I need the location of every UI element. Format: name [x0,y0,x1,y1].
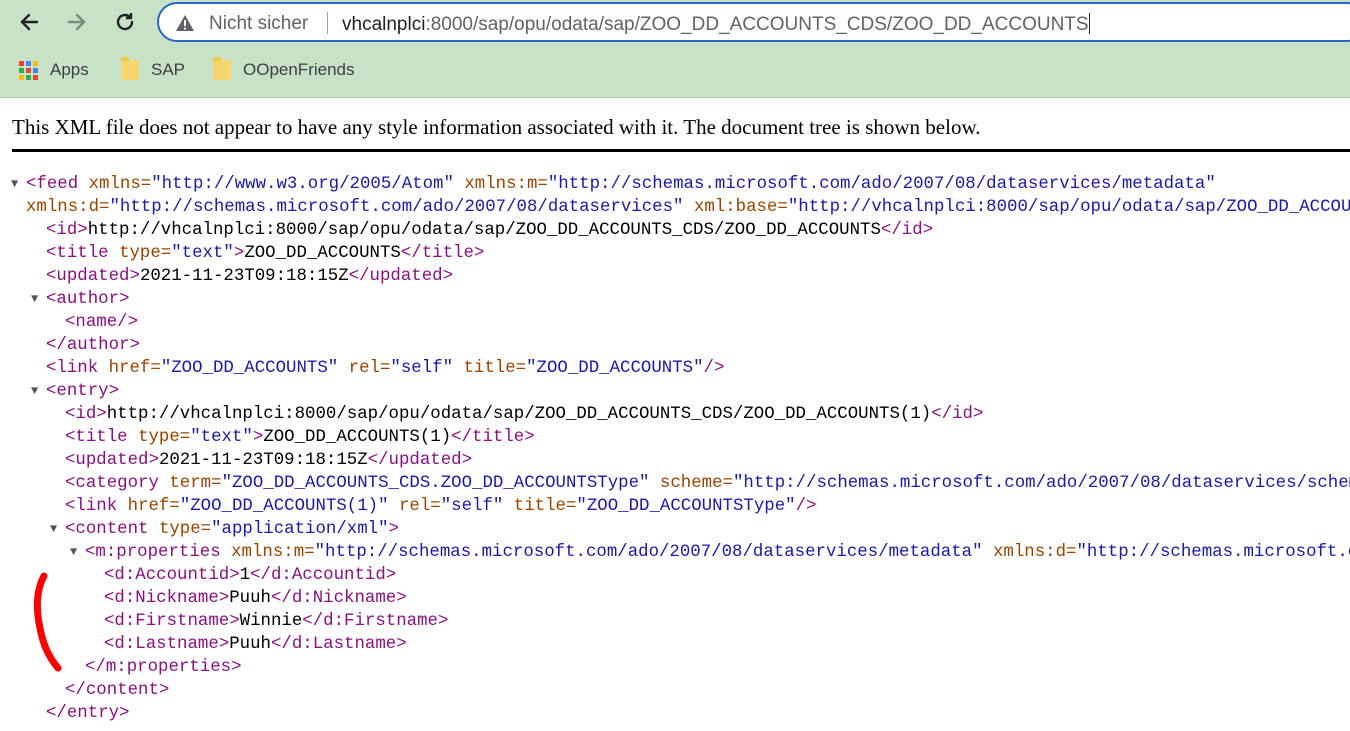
xml-text: 2021-11-23T09:18:15Z [158,451,368,470]
notice-divider [12,149,1350,152]
collapse-triangle-icon[interactable]: ▼ [50,518,57,541]
xml-line: ▼ <m:properties xmlns:m="http://schemas.m… [0,541,1350,564]
back-button[interactable] [14,7,44,37]
url-path: :8000/sap/opu/odata/sap/ZOO_DD_ACCOUNTS_… [425,14,1089,35]
xml-line: <title type="text">ZOO_DD_ACCOUNTS(1)</t… [65,428,535,447]
xml-attr-value: "text" [171,244,234,263]
xml-line: <d:Firstname>Winnie</d:Firstname> [104,612,449,631]
xml-attr-value: "http://schemas.microsoft.com/ado/2007/0… [547,175,1216,194]
xml-attr-value: "text" [190,428,253,447]
xml-line: ▼ <entry> [31,380,120,403]
forward-arrow-icon [67,13,86,31]
forward-button[interactable] [62,7,92,37]
xml-line: <category term="ZOO_DD_ACCOUNTS_CDS.ZOO_… [0,472,1350,495]
address-separator [327,12,328,34]
xml-text: ZOO_DD_ACCOUNTS [244,244,401,263]
xml-attr-value: "ZOO_DD_ACCOUNTS" [526,359,704,378]
collapse-triangle-icon[interactable]: ▼ [31,380,38,403]
xml-attr-value: "ZOO_DD_ACCOUNTS(1)" [179,497,389,516]
address-bar[interactable]: Nicht sicher vhcalnplci:8000/sap/opu/oda… [157,2,1350,42]
xml-text: 2021-11-23T09:18:15Z [139,267,349,286]
xml-attr-name: xml:base= [693,198,788,217]
xml-line: <link href="ZOO_DD_ACCOUNTS(1)" rel="sel… [65,497,817,516]
bookmark-folder-sap[interactable]: SAP [121,57,186,81]
collapse-triangle-icon[interactable]: ▼ [31,288,38,311]
xml-line: </entry> [46,704,130,723]
url-host: vhcalnplci [342,14,426,35]
xml-line: xmlns:d="http://schemas.microsoft.com/ad… [0,196,1350,219]
xml-line: </author> [46,336,140,355]
reload-button[interactable] [110,7,140,37]
xml-attr-value: "ZOO_DD_ACCOUNTSType" [576,497,796,516]
xml-line: <link href="ZOO_DD_ACCOUNTS" rel="self" … [46,359,725,378]
xml-line: <d:Nickname>Puuh</d:Nickname> [104,589,407,608]
xml-attr-name: xmlns:d= [26,198,110,217]
xml-attr-name: xmlns:m= [464,175,548,194]
xml-text: 1 [239,566,251,585]
collapse-triangle-icon[interactable]: ▼ [70,541,77,564]
xml-line: ▼ <author> [31,288,130,311]
xml-text: http://vhcalnplci:8000/sap/opu/odata/sap… [106,405,932,424]
collapse-triangle-icon[interactable]: ▼ [11,173,18,196]
xml-text: http://vhcalnplci:8000/sap/opu/odata/sap… [87,221,881,240]
xml-attr-value: "http://vhcalnplci:8000/sap/opu/odata/sa… [787,198,1350,217]
bookmark-label: OOpenFriends [243,60,355,79]
xml-attr-value: "ZOO_DD_ACCOUNTS" [160,359,339,378]
bookmark-label: SAP [151,60,186,79]
xml-line: <d:Lastname>Puuh</d:Lastname> [104,635,407,654]
bookmark-apps[interactable]: Apps [19,59,89,81]
xml-line: <name/> [65,313,139,332]
xml-attr-value: "http://www.w3.org/2005/Atom" [151,175,454,194]
bookmark-folder-oopenfriends[interactable]: OOpenFriends [213,57,355,81]
xml-attr-value: "application/xml" [211,520,389,539]
xml-text: Winnie [239,612,303,631]
warning-triangle-icon [176,15,194,31]
reload-icon [116,13,134,31]
xml-text: Puuh [229,589,271,608]
apps-grid-icon [19,60,38,80]
folder-icon [213,57,231,80]
xml-attr-value: "http://schemas.microsoft.com/ado/2007/0… [1076,543,1350,562]
xml-line: </content> [65,681,170,700]
xml-line: <updated>2021-11-23T09:18:15Z</updated> [65,451,473,470]
folder-icon [121,57,139,80]
xml-tag: <feed [26,175,79,194]
xml-attr-value: "http://schemas.microsoft.com/ado/2007/0… [109,198,684,217]
xml-line: <title type="text">ZOO_DD_ACCOUNTS</titl… [46,244,485,263]
xml-attr-value: "self" [390,359,454,378]
xml-attr-value: "http://schemas.microsoft.com/ado/2007/0… [732,474,1350,493]
xml-attr-value: "http://schemas.microsoft.com/ado/2007/0… [314,543,983,562]
bookmark-label: Apps [50,60,89,79]
xml-attr-name: xmlns= [88,175,152,194]
url-text[interactable]: vhcalnplci:8000/sap/opu/odata/sap/ZOO_DD… [342,13,1090,36]
browser-chrome: Nicht sicher vhcalnplci:8000/sap/opu/oda… [0,0,1350,98]
security-label[interactable]: Nicht sicher [209,13,308,35]
xml-style-notice: This XML file does not appear to have an… [12,115,981,139]
xml-text: ZOO_DD_ACCOUNTS(1) [263,428,452,447]
xml-line: </m:properties> [85,658,242,677]
xml-attr-value: "ZOO_DD_ACCOUNTS_CDS.ZOO_DD_ACCOUNTSType… [221,474,650,493]
xml-attr-value: "self" [440,497,504,516]
xml-line: <id>http://vhcalnplci:8000/sap/opu/odata… [46,221,934,240]
xml-text: Puuh [229,635,271,654]
xml-document-tree: ▼ <feed xmlns="http://www.w3.org/2005/Ato… [0,173,1350,725]
xml-line: ▼ <content type="application/xml"> [50,518,399,541]
bookmarks-bar: Apps SAP OOpenFriends [0,52,1350,88]
xml-line: <id>http://vhcalnplci:8000/sap/opu/odata… [65,405,984,424]
xml-line: <updated>2021-11-23T09:18:15Z</updated> [46,267,454,286]
red-pen-mark [33,572,62,672]
back-arrow-icon [20,13,39,31]
xml-line: <d:Accountid>1</d:Accountid> [104,566,397,585]
xml-line: ▼ <feed xmlns="http://www.w3.org/2005/Ato… [0,173,1350,196]
text-caret [1088,13,1090,34]
